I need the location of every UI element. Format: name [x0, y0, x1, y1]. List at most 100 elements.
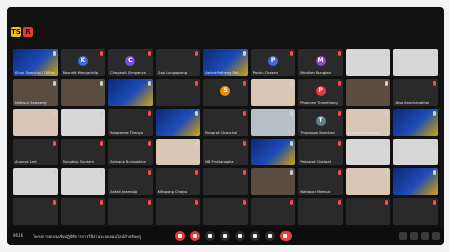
participant-tile[interactable]: S: [203, 78, 248, 106]
participant-name: Boondit Wangsrisilp: [62, 70, 99, 75]
mic-icon: [385, 170, 389, 176]
participant-tile[interactable]: Pakawat Chaiwat: [298, 138, 343, 166]
participant-tile[interactable]: [250, 168, 296, 196]
mic-icon: [337, 200, 341, 206]
meeting-id: 9616: [13, 233, 24, 238]
participant-tile[interactable]: [250, 78, 296, 106]
participant-grid: Khun Somchai / Office K Boondit Wangsrisil…: [13, 49, 438, 225]
participant-name: Samana Bunsukkha: [110, 160, 146, 165]
participant-tile[interactable]: [155, 138, 201, 166]
participant-tile[interactable]: T Thanapon Kanchan: [298, 108, 343, 136]
participant-tile[interactable]: Nattapol Meesuk: [298, 168, 343, 196]
captions-control[interactable]: [235, 231, 245, 241]
participant-tile[interactable]: [393, 168, 438, 196]
mic-icon: [385, 80, 389, 86]
avatar: C: [125, 56, 136, 67]
participant-tile[interactable]: [60, 78, 106, 106]
participant-tile[interactable]: [345, 49, 391, 76]
participant-tile[interactable]: [13, 108, 58, 136]
participant-tile[interactable]: [60, 108, 106, 136]
participant-tile[interactable]: [250, 138, 296, 166]
participants-icon[interactable]: [410, 232, 418, 240]
mic-control[interactable]: [175, 231, 185, 241]
participant-tile[interactable]: Rongrat Chanchai: [203, 108, 248, 136]
mic-icon: [242, 200, 246, 206]
participant-tile[interactable]: P Phannee Thamthong: [298, 78, 343, 106]
participant-tile[interactable]: M Montien Rungtan: [298, 49, 343, 76]
participant-tile[interactable]: [108, 78, 153, 106]
participant-name: Thanapon Kanchan: [300, 130, 335, 135]
participant-tile[interactable]: ApirakPatheng Rat: [203, 49, 248, 76]
participant-tile[interactable]: [203, 198, 248, 225]
mic-icon: [337, 170, 341, 176]
participant-name: Pachu Chasen: [252, 70, 278, 75]
participant-tile[interactable]: [203, 168, 248, 196]
mic-icon: [337, 51, 341, 56]
participant-tile[interactable]: K Boondit Wangsrisilp: [60, 49, 106, 76]
participant-tile[interactable]: Kittipong Chaiyo: [155, 168, 201, 196]
participant-tile[interactable]: [155, 198, 201, 225]
participant-tile[interactable]: [345, 168, 391, 196]
participant-tile[interactable]: Jirawan Pimpanya: [345, 108, 391, 136]
mic-icon: [433, 51, 436, 56]
participant-tile[interactable]: Gap Lungapaing: [155, 49, 201, 76]
participant-tile[interactable]: [345, 198, 391, 225]
participant-tile[interactable]: Saksit Jeamsilp: [108, 168, 153, 196]
badge-red: R: [23, 27, 33, 37]
participant-tile[interactable]: Nisa Kanchanathai: [393, 78, 438, 106]
participant-tile[interactable]: Rungthip Suntorn: [60, 138, 106, 166]
participant-tile[interactable]: Saowanee Thanya: [108, 108, 153, 136]
mic-icon: [147, 110, 151, 116]
participant-tile[interactable]: Samana Bunsukkha: [108, 138, 153, 166]
raise-hand-control[interactable]: [250, 231, 260, 241]
participant-tile[interactable]: NB Pruttanapha: [203, 138, 248, 166]
mic-icon: [242, 170, 246, 176]
participant-tile[interactable]: [60, 168, 106, 196]
participant-tile[interactable]: Khun Somchai / Office: [13, 49, 58, 76]
captions-icon: [238, 234, 242, 238]
participant-tile[interactable]: [393, 198, 438, 225]
mic-icon: [100, 51, 104, 56]
participant-tile[interactable]: [60, 198, 106, 225]
mic-icon: [433, 110, 436, 116]
participant-tile[interactable]: Netiwut Sawaeng: [13, 78, 58, 106]
mic-icon: [242, 80, 246, 86]
participant-tile[interactable]: P Pachu Chasen: [250, 49, 296, 76]
participant-tile[interactable]: [393, 49, 438, 76]
mic-icon: [433, 170, 436, 176]
mic-icon: [290, 51, 294, 56]
participant-name: Khun Somchai / Office: [15, 70, 55, 75]
leave-control[interactable]: [280, 231, 292, 241]
participant-tile[interactable]: [13, 198, 58, 225]
mic-icon: [52, 80, 56, 86]
participant-tile[interactable]: [345, 138, 391, 166]
emoji-control[interactable]: [220, 231, 230, 241]
participant-name: ApirakPatheng Rat: [205, 70, 239, 75]
participant-tile[interactable]: [155, 108, 201, 136]
info-icon[interactable]: [399, 232, 407, 240]
mic-icon: [100, 170, 104, 176]
participant-tile[interactable]: [108, 198, 153, 225]
mic-icon: [100, 200, 104, 206]
participant-tile[interactable]: [250, 198, 296, 225]
more-control[interactable]: [265, 231, 275, 241]
participant-tile[interactable]: [155, 78, 201, 106]
chat-icon[interactable]: [421, 232, 429, 240]
participant-tile[interactable]: [250, 108, 296, 136]
participant-tile[interactable]: [345, 78, 391, 106]
mic-icon: [385, 140, 389, 146]
participant-tile[interactable]: Ananya Lert: [13, 138, 58, 166]
participant-tile[interactable]: [298, 198, 343, 225]
activities-icon[interactable]: [432, 232, 440, 240]
more-icon: [268, 234, 272, 238]
participant-tile[interactable]: [393, 138, 438, 166]
mic-icon: [433, 140, 436, 146]
participant-name: Rungthip Suntorn: [62, 160, 94, 165]
camera-control[interactable]: [190, 231, 200, 241]
share-control[interactable]: [205, 231, 215, 241]
phone-icon: [283, 234, 287, 238]
participant-tile[interactable]: [393, 108, 438, 136]
avatar: P: [268, 56, 279, 67]
participant-tile[interactable]: [13, 168, 58, 196]
participant-tile[interactable]: C Chayawit Simpanya: [108, 49, 153, 76]
